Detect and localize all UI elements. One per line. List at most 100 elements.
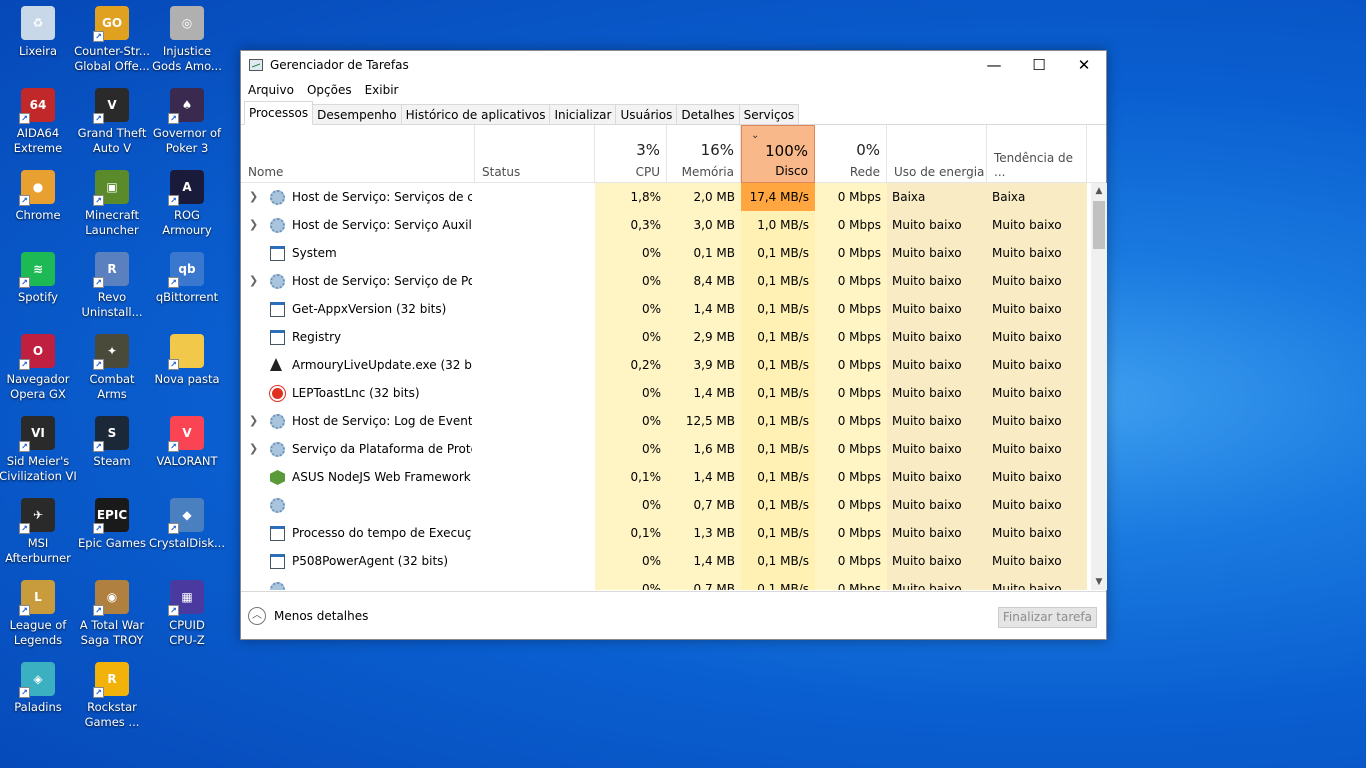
tab-servicos[interactable]: Serviços (738, 104, 800, 124)
table-row[interactable]: ❯ Host de Serviço: Serviços de cri... 1,8%… (241, 183, 1091, 211)
desktop-shortcut[interactable]: A ↗ ROG Armoury (149, 166, 225, 244)
desktop-shortcut[interactable]: ✈ ↗ MSI Afterburner (0, 494, 76, 572)
minimize-button[interactable]: — (971, 51, 1017, 79)
column-power-usage[interactable]: Uso de energia (887, 125, 987, 183)
desktop-shortcut[interactable]: 64 ↗ AIDA64 Extreme (0, 84, 76, 162)
desktop-shortcut[interactable]: S ↗ Steam (74, 412, 150, 490)
desktop-shortcut[interactable]: V ↗ Grand Theft Auto V (74, 84, 150, 162)
expand-chevron-icon[interactable]: ❯ (249, 183, 258, 211)
desktop-shortcut[interactable]: VI ↗ Sid Meier's Civilization VI (0, 412, 77, 490)
desktop-shortcut[interactable]: ▣ ↗ Minecraft Launcher (74, 166, 150, 244)
less-details-button[interactable]: ︿ Menos detalhes (248, 607, 368, 625)
title-bar[interactable]: Gerenciador de Tarefas — ☐ ✕ (241, 51, 1106, 79)
table-row[interactable]: Registry 0% 2,9 MB 0,1 MB/s 0 Mbps Muito baix… (241, 323, 1091, 351)
expand-chevron-icon[interactable]: ❯ (249, 407, 258, 435)
gear-icon (270, 190, 285, 205)
desktop-shortcut-label: AIDA64 Extreme (13, 126, 63, 155)
column-disk[interactable]: ⌄ 100% Disco (741, 125, 815, 183)
desktop-shortcut[interactable]: L ↗ League of Legends (0, 576, 76, 654)
maximize-button[interactable]: ☐ (1016, 51, 1062, 79)
desktop-shortcut[interactable]: EPIC ↗ Epic Games (74, 494, 150, 572)
disk-cell: 0,1 MB/s (741, 407, 815, 435)
table-row[interactable]: ❯ Serviço da Plataforma de Proteç... 0%1,6… (241, 435, 1091, 463)
tab-inicializar[interactable]: Inicializar (549, 104, 617, 124)
tab-usuarios[interactable]: Usuários (615, 104, 678, 124)
disk-cell: 1,0 MB/s (741, 211, 815, 239)
vertical-scrollbar[interactable]: ▲ ▼ (1091, 183, 1107, 590)
desktop-shortcut[interactable]: R ↗ Rockstar Games ... (74, 658, 150, 736)
desktop-shortcut[interactable]: ↗ Nova pasta (149, 330, 225, 408)
table-row[interactable]: P508PowerAgent (32 bits) 0% 1,4 MB 0,1 MB/s… (241, 547, 1091, 575)
table-row[interactable]: ❯ Host de Serviço: Log de Eventos... 0%12,… (241, 407, 1091, 435)
expand-chevron-icon[interactable]: ❯ (249, 211, 258, 239)
desktop-shortcut[interactable]: V ↗ VALORANT (149, 412, 225, 490)
desktop-shortcut[interactable]: ◈ ↗ Paladins (0, 658, 76, 736)
power-trend-cell: Muito baixo (987, 491, 1087, 519)
column-cpu[interactable]: 3% CPU (595, 125, 667, 183)
desktop-shortcut[interactable]: ● ↗ Chrome (0, 166, 76, 244)
desktop-shortcut[interactable]: GO ↗ Counter-Str... Global Offe... (74, 2, 150, 80)
table-row[interactable]: ArmouryLiveUpdate.exe (32 bits) 0,2% 3,9 M… (241, 351, 1091, 379)
menu-arquivo[interactable]: Arquivo (248, 83, 294, 97)
menu-opcoes[interactable]: Opções (307, 83, 352, 97)
expand-chevron-icon[interactable]: ❯ (249, 435, 258, 463)
column-status[interactable]: Status (475, 125, 595, 183)
shortcut-arrow-icon: ↗ (168, 441, 179, 452)
desktop: ♻ Lixeira GO ↗ Counter-Str... Global Offe...… (0, 0, 230, 768)
menu-exibir[interactable]: Exibir (365, 83, 399, 97)
scroll-up-icon[interactable]: ▲ (1091, 183, 1107, 199)
shortcut-arrow-icon: ↗ (93, 359, 104, 370)
desktop-shortcut[interactable]: ♠ ↗ Governor of Poker 3 (149, 84, 225, 162)
process-name-cell: ArmouryLiveUpdate.exe (32 bits) (241, 351, 475, 379)
desktop-shortcut[interactable]: ▦ ↗ CPUID CPU-Z (149, 576, 225, 654)
desktop-shortcut[interactable]: ≋ ↗ Spotify (0, 248, 76, 326)
column-name[interactable]: Nome (241, 125, 475, 183)
power-usage-cell: Muito baixo (887, 575, 987, 590)
power-trend-cell: Muito baixo (987, 295, 1087, 323)
power-usage-cell: Muito baixo (887, 547, 987, 575)
table-row[interactable]: LEPToastLnc (32 bits) 0% 1,4 MB 0,1 MB/s 0 M… (241, 379, 1091, 407)
armoury-icon (270, 358, 282, 371)
column-network[interactable]: 0% Rede (815, 125, 887, 183)
tab-desempenho[interactable]: Desempenho (312, 104, 402, 124)
tab-historico[interactable]: Histórico de aplicativos (400, 104, 551, 124)
power-trend-cell: Muito baixo (987, 379, 1087, 407)
end-task-button[interactable]: Finalizar tarefa (997, 607, 1097, 628)
desktop-shortcut[interactable]: ♻ Lixeira (0, 2, 76, 80)
desktop-shortcut[interactable]: qb ↗ qBittorrent (149, 248, 225, 326)
desktop-shortcut[interactable]: R ↗ Revo Uninstall... (74, 248, 150, 326)
gear-icon (270, 442, 285, 457)
column-power-trend[interactable]: Tendência de ... (987, 125, 1087, 183)
status-cell (475, 211, 595, 239)
tab-bar: Processos Desempenho Histórico de aplica… (241, 101, 1106, 125)
desktop-shortcut[interactable]: ◉ ↗ A Total War Saga TROY (74, 576, 150, 654)
status-cell (475, 491, 595, 519)
scrollbar-thumb[interactable] (1093, 201, 1105, 249)
table-row[interactable]: 0% 0,7 MB 0,1 MB/s 0 Mbps Muito baixo Muito b… (241, 491, 1091, 519)
disk-cell: 0,1 MB/s (741, 463, 815, 491)
tab-detalhes[interactable]: Detalhes (676, 104, 740, 124)
gear-icon (270, 274, 285, 289)
table-row[interactable]: 0% 0,7 MB 0,1 MB/s 0 Mbps Muito baixo Muito b… (241, 575, 1091, 590)
table-row[interactable]: Processo do tempo de Execuçã... 0,1% 1,3 M… (241, 519, 1091, 547)
table-row[interactable]: ❯ Host de Serviço: Serviço de Polít... 0%8… (241, 267, 1091, 295)
scroll-down-icon[interactable]: ▼ (1091, 574, 1107, 590)
close-button[interactable]: ✕ (1061, 51, 1107, 79)
column-memory[interactable]: 16% Memória (667, 125, 741, 183)
desktop-shortcut[interactable]: O ↗ Navegador Opera GX (0, 330, 76, 408)
desktop-shortcut[interactable]: ✦ ↗ Combat Arms (74, 330, 150, 408)
desktop-shortcut-label: CPUID CPU-Z (169, 618, 205, 647)
gear-icon (270, 414, 285, 429)
expand-chevron-icon[interactable]: ❯ (249, 267, 258, 295)
revo-icon: R ↗ (93, 252, 129, 288)
table-row[interactable]: ASUS NodeJS Web Framework (... 0,1% 1,4 MB… (241, 463, 1091, 491)
table-row[interactable]: System 0% 0,1 MB 0,1 MB/s 0 Mbps Muito baixo M… (241, 239, 1091, 267)
cpu-cell: 0,1% (595, 519, 667, 547)
disk-cell: 0,1 MB/s (741, 267, 815, 295)
desktop-shortcut[interactable]: ◎ Injustice Gods Amo... (149, 2, 225, 80)
desktop-shortcut[interactable]: ◆ ↗ CrystalDisk... (149, 494, 225, 572)
disk-cell: 0,1 MB/s (741, 239, 815, 267)
table-row[interactable]: Get-AppxVersion (32 bits) 0% 1,4 MB 0,1 MB/… (241, 295, 1091, 323)
table-row[interactable]: ❯ Host de Serviço: Serviço Auxiliar... 0,3… (241, 211, 1091, 239)
tab-processos[interactable]: Processos (244, 101, 314, 125)
